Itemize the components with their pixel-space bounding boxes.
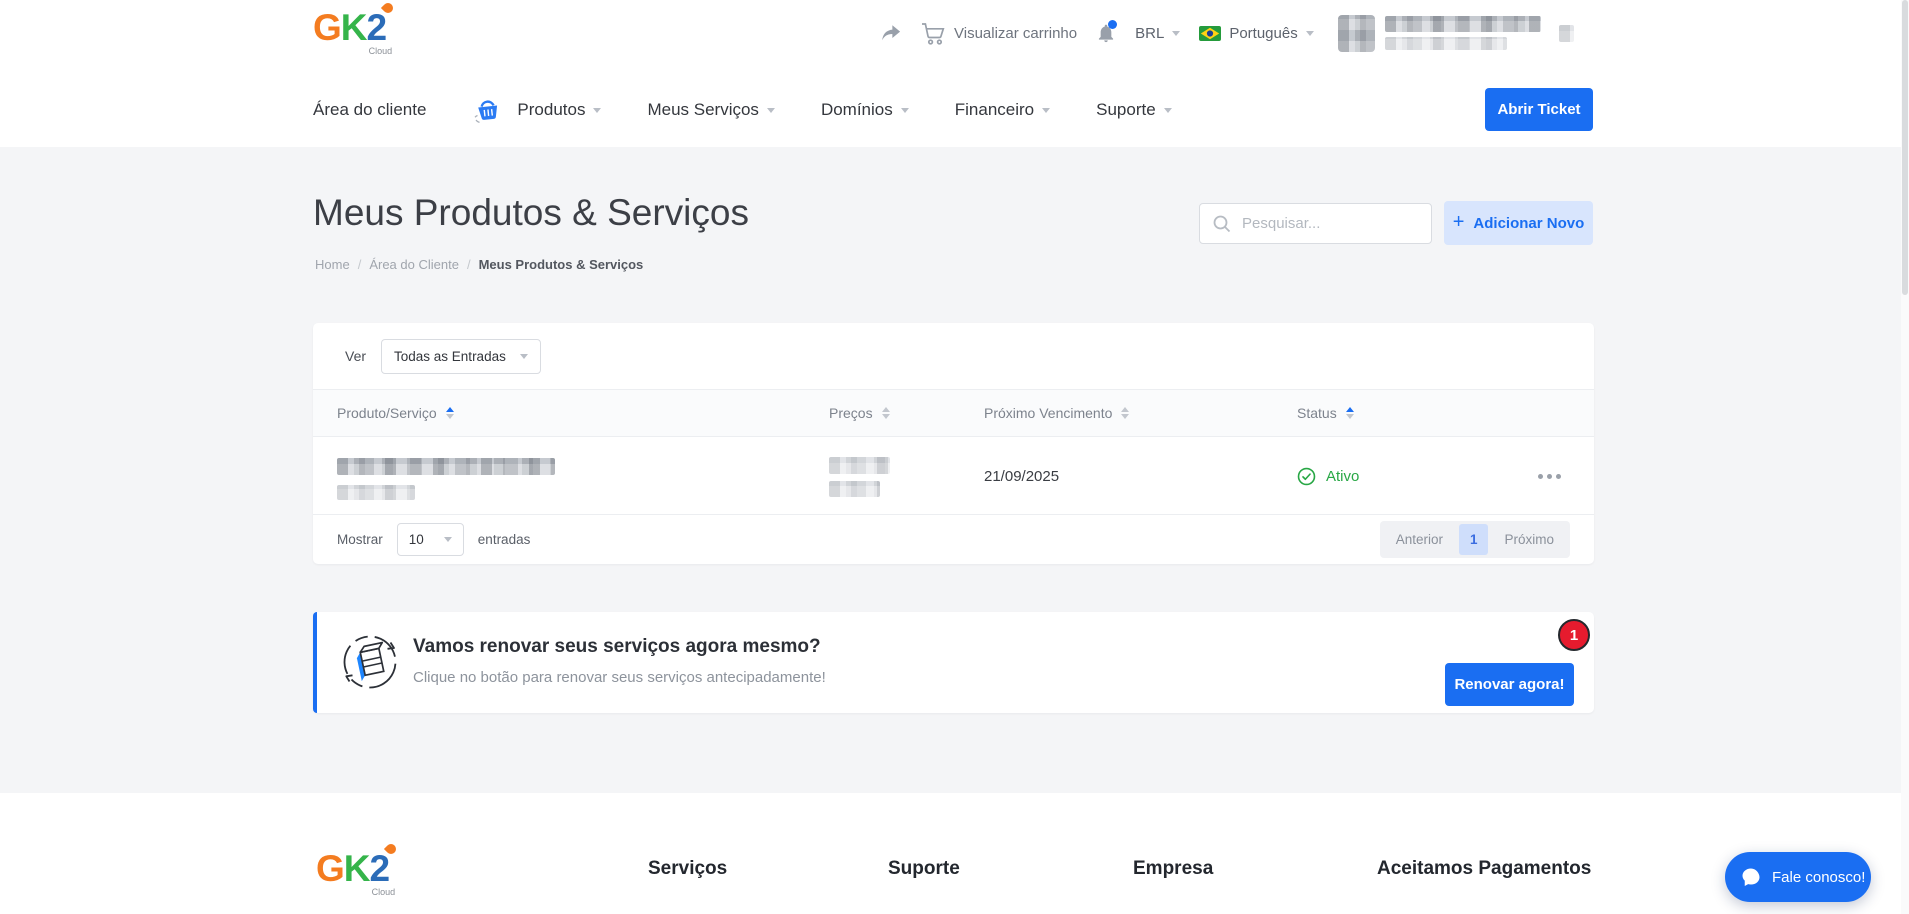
- sort-icon: [446, 407, 454, 419]
- nav-products[interactable]: Produtos: [517, 100, 601, 120]
- redacted-price: [829, 457, 890, 474]
- banner-title: Vamos renovar seus serviços agora mesmo?: [413, 636, 821, 658]
- column-next-due[interactable]: Próximo Vencimento: [984, 405, 1297, 421]
- sort-icon: [882, 407, 890, 419]
- status-badge: Ativo: [1297, 467, 1536, 486]
- search-box: [1199, 203, 1432, 244]
- table-row[interactable]: 21/09/2025 Ativo: [313, 437, 1594, 515]
- banner-subtitle: Clique no botão para renovar seus serviç…: [413, 669, 826, 686]
- redacted-user-name: [1385, 16, 1541, 32]
- services-table-card: Ver Todas as Entradas Produto/Serviço Pr…: [313, 323, 1594, 564]
- page-title: Meus Produtos & Serviços: [313, 192, 749, 234]
- column-product-service[interactable]: Produto/Serviço: [337, 405, 829, 421]
- cart-icon: [921, 22, 945, 45]
- logo-cloud-label: Cloud: [369, 47, 393, 56]
- footer-heading-support: Suporte: [888, 858, 960, 880]
- open-ticket-button[interactable]: Abrir Ticket: [1485, 88, 1593, 131]
- renew-book-icon: [341, 633, 399, 691]
- chevron-down-icon: [1172, 31, 1180, 36]
- share-icon[interactable]: [880, 23, 902, 43]
- entries-filter-select[interactable]: Todas as Entradas: [381, 339, 541, 374]
- footer-heading-company: Empresa: [1133, 858, 1213, 880]
- scrollbar[interactable]: [1901, 0, 1909, 914]
- nav-billing[interactable]: Financeiro: [955, 100, 1050, 120]
- table-header: Produto/Serviço Preços Próximo Venciment…: [313, 390, 1594, 437]
- notifications-bell-icon[interactable]: [1096, 22, 1116, 44]
- column-prices[interactable]: Preços: [829, 405, 984, 421]
- chevron-down-icon: [444, 537, 452, 542]
- search-input[interactable]: [1242, 215, 1441, 232]
- user-avatar: [1338, 15, 1375, 52]
- redacted-product-domain: [337, 485, 415, 500]
- column-status[interactable]: Status: [1297, 405, 1536, 421]
- footer-heading-payments: Aceitamos Pagamentos: [1377, 858, 1591, 880]
- search-icon: [1212, 214, 1232, 234]
- basket-icon: [472, 94, 504, 126]
- chevron-down-icon: [520, 354, 528, 359]
- nav-domains[interactable]: Domínios: [821, 100, 909, 120]
- view-label: Ver: [345, 348, 366, 364]
- pagination-page-1[interactable]: 1: [1459, 524, 1489, 555]
- show-label: Mostrar: [337, 532, 383, 547]
- table-footer: Mostrar 10 entradas Anterior 1 Próximo: [313, 515, 1594, 564]
- view-cart-link[interactable]: Visualizar carrinho: [921, 22, 1077, 45]
- nav-client-area[interactable]: Área do cliente: [313, 100, 426, 120]
- chevron-down-icon: [1306, 31, 1314, 36]
- table-filter-row: Ver Todas as Entradas: [313, 323, 1594, 390]
- chat-bubble-icon: [1739, 865, 1763, 889]
- page: GK2Cloud Visualizar carrinho BRL: [0, 0, 1909, 914]
- scrollbar-thumb[interactable]: [1902, 0, 1908, 295]
- add-new-button[interactable]: + Adicionar Novo: [1444, 201, 1593, 245]
- pagination: Anterior 1 Próximo: [1380, 521, 1570, 558]
- renewal-banner: Vamos renovar seus serviços agora mesmo?…: [313, 612, 1594, 713]
- check-circle-icon: [1297, 467, 1316, 486]
- renewal-count-badge: 1: [1558, 619, 1590, 651]
- next-due-date: 21/09/2025: [984, 468, 1297, 485]
- footer-brand-logo[interactable]: GK2Cloud: [316, 850, 389, 887]
- main-navigation: Área do cliente Produtos Meus Serviços D…: [313, 88, 1172, 132]
- page-size-select[interactable]: 10: [397, 523, 464, 556]
- breadcrumb-client-area[interactable]: Área do Cliente: [369, 257, 459, 272]
- chevron-down-icon: [901, 108, 909, 113]
- entries-label: entradas: [478, 532, 531, 547]
- redacted-block: [1559, 25, 1574, 42]
- language-dropdown[interactable]: Português: [1199, 25, 1313, 42]
- sort-icon: [1121, 407, 1129, 419]
- logo-cloud-label: Cloud: [372, 888, 396, 897]
- breadcrumb-current: Meus Produtos & Serviços: [479, 257, 644, 272]
- plus-icon: +: [1453, 211, 1465, 234]
- currency-dropdown[interactable]: BRL: [1135, 25, 1180, 42]
- chevron-down-icon: [1042, 108, 1050, 113]
- breadcrumb: Home / Área do Cliente / Meus Produtos &…: [315, 257, 643, 272]
- brazil-flag-icon: [1199, 26, 1221, 41]
- brand-logo[interactable]: GK2Cloud: [313, 9, 386, 46]
- pagination-previous[interactable]: Anterior: [1383, 524, 1456, 555]
- pagination-next[interactable]: Próximo: [1491, 524, 1567, 555]
- footer-heading-services: Serviços: [648, 858, 727, 880]
- redacted-user-email: [1385, 37, 1507, 50]
- user-menu[interactable]: [1338, 15, 1574, 52]
- renew-now-button[interactable]: Renovar agora!: [1445, 663, 1574, 706]
- chevron-down-icon: [1164, 108, 1172, 113]
- site-header: GK2Cloud Visualizar carrinho BRL: [0, 0, 1909, 147]
- row-actions-menu[interactable]: [1536, 474, 1594, 479]
- nav-support[interactable]: Suporte: [1096, 100, 1172, 120]
- chevron-down-icon: [593, 108, 601, 113]
- sort-icon: [1346, 407, 1354, 419]
- redacted-product-name: [337, 458, 555, 475]
- redacted-billing-cycle: [829, 481, 880, 497]
- chat-widget-button[interactable]: Fale conosco!: [1725, 852, 1871, 902]
- breadcrumb-home[interactable]: Home: [315, 257, 350, 272]
- nav-my-services[interactable]: Meus Serviços: [647, 100, 774, 120]
- utility-bar: Visualizar carrinho BRL Português: [880, 12, 1574, 54]
- chevron-down-icon: [767, 108, 775, 113]
- site-footer: GK2Cloud Serviços Suporte Empresa Aceita…: [0, 793, 1909, 914]
